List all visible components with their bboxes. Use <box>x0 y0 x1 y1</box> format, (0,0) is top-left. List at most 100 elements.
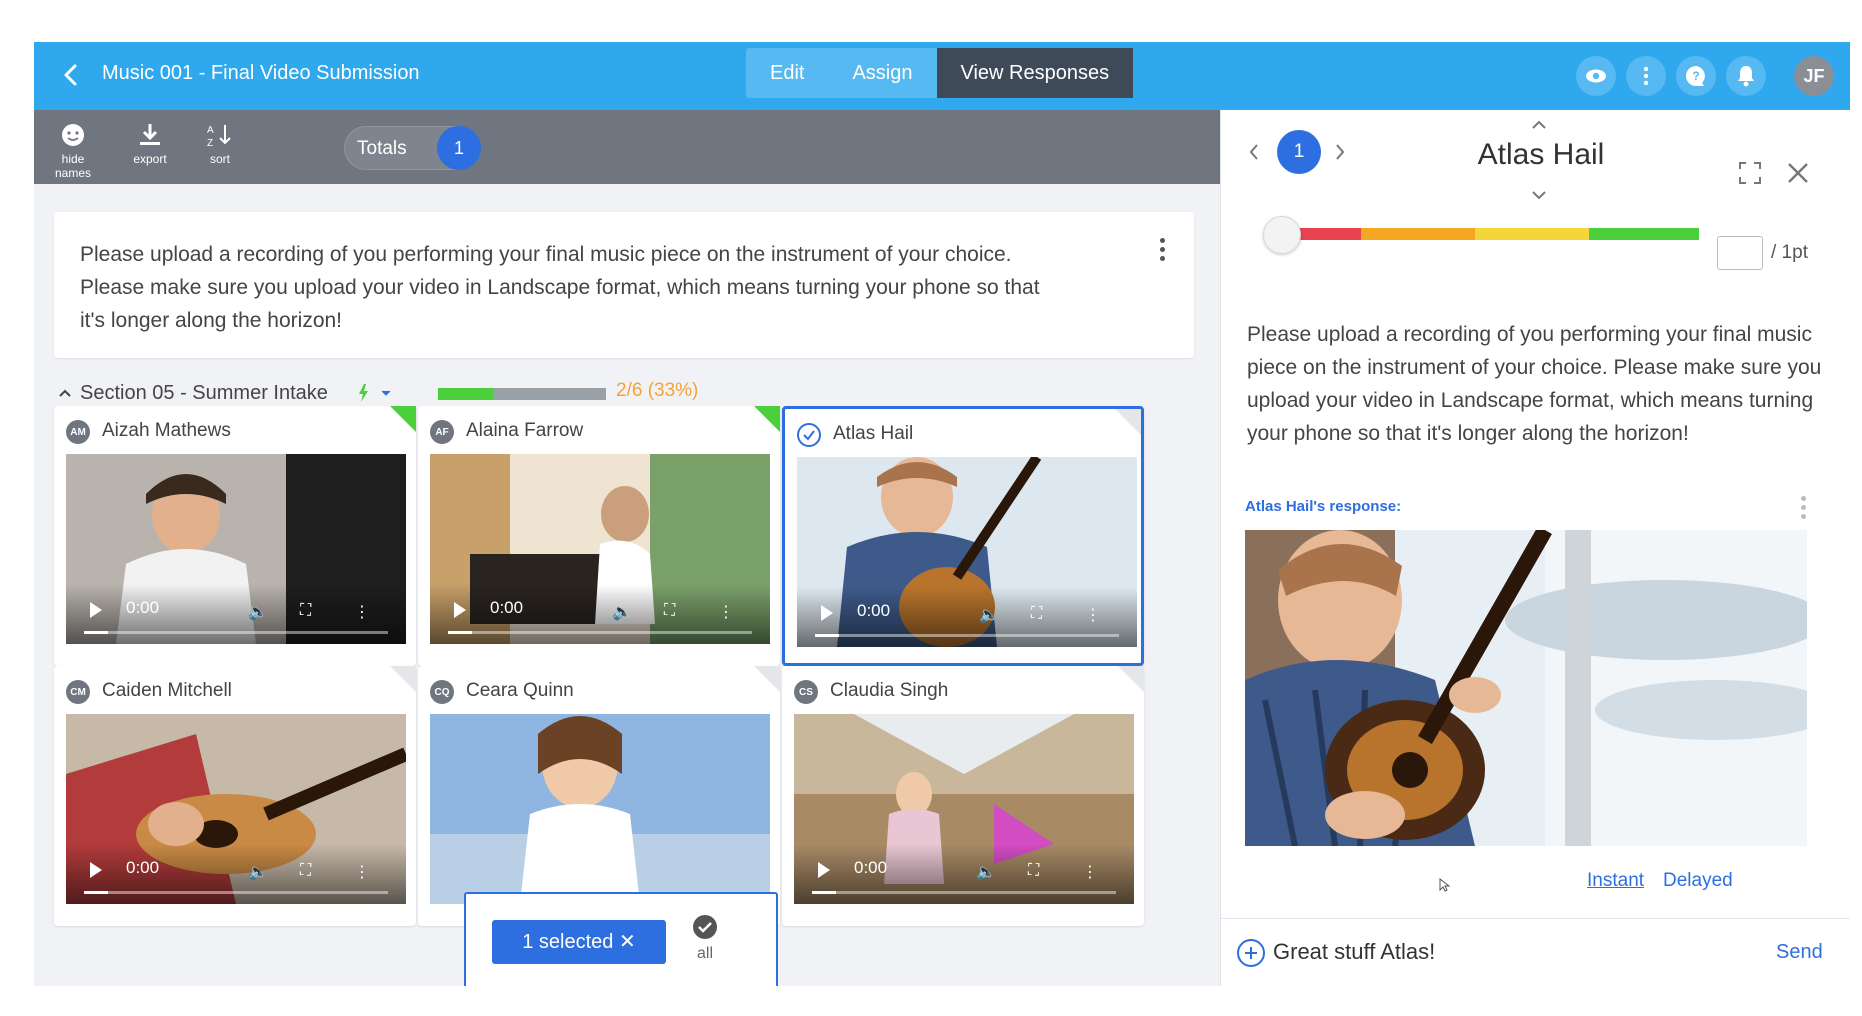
video-seek-bar[interactable] <box>84 891 388 894</box>
section-progress-fill <box>438 388 494 400</box>
video-seek-bar[interactable] <box>812 891 1116 894</box>
chevron-up-icon[interactable] <box>1531 120 1547 130</box>
scale-segment-green <box>1589 228 1699 240</box>
student-initials-avatar: AF <box>430 420 454 444</box>
fullscreen-icon[interactable]: ⛶ <box>1028 862 1039 880</box>
student-response-card[interactable]: AF Alaina Farrow 0:00 🔈 ⛶ ⋮ <box>418 406 780 666</box>
video-time: 0:00 <box>126 598 160 617</box>
play-icon[interactable] <box>818 862 830 878</box>
student-response-card[interactable]: CS Claudia Singh 0:00 🔈 ⛶ ⋮ <box>782 666 1144 926</box>
student-initials-avatar: CM <box>66 680 90 704</box>
more-vertical-icon[interactable] <box>1626 56 1666 96</box>
play-icon[interactable] <box>90 862 102 878</box>
volume-icon[interactable]: 🔈 <box>248 602 268 622</box>
question-prompt-text: Please upload a recording of you perform… <box>80 243 1040 332</box>
play-icon[interactable] <box>821 605 833 621</box>
export-button[interactable]: export <box>128 122 172 166</box>
expand-icon[interactable] <box>1739 162 1761 184</box>
grade-status-corner <box>754 666 780 692</box>
next-student-icon[interactable] <box>1333 142 1347 162</box>
back-chevron-icon[interactable] <box>58 62 84 88</box>
hide-names-button[interactable]: hide names <box>42 122 104 180</box>
cursor-icon <box>1439 878 1451 892</box>
instant-feedback-link[interactable]: Instant <box>1587 870 1644 892</box>
fullscreen-icon[interactable]: ⛶ <box>300 602 311 620</box>
bell-icon[interactable] <box>1726 56 1766 96</box>
totals-toggle[interactable]: Totals 1 <box>344 126 481 170</box>
sort-button[interactable]: AZ sort <box>200 122 240 166</box>
fullscreen-icon[interactable]: ⛶ <box>300 862 311 880</box>
response-label: Atlas Hail's response: <box>1245 498 1402 515</box>
video-more-icon[interactable]: ⋮ <box>1085 605 1101 625</box>
clear-selection-button[interactable]: 1 selected ✕ <box>492 920 666 964</box>
student-video[interactable]: 0:00 🔈 ⛶ ⋮ <box>66 714 406 904</box>
section-progress-text: 2/6 (33%) <box>616 380 699 401</box>
tab-assign[interactable]: Assign <box>828 48 936 98</box>
video-seek-bar[interactable] <box>448 631 752 634</box>
help-chat-icon[interactable]: ? <box>1676 56 1716 96</box>
video-controls: 0:00 🔈 ⛶ ⋮ <box>66 844 406 904</box>
student-video[interactable] <box>430 714 770 904</box>
volume-icon[interactable]: 🔈 <box>979 605 999 625</box>
scale-segment-yellow <box>1475 228 1589 240</box>
prev-student-icon[interactable] <box>1247 142 1261 162</box>
tab-edit[interactable]: Edit <box>746 48 828 98</box>
lightning-dropdown-icon[interactable] <box>356 383 396 403</box>
chevron-down-icon[interactable] <box>1531 190 1547 200</box>
student-initials-avatar: CQ <box>430 680 454 704</box>
student-response-card[interactable]: AM Aizah Mathews 0:00 🔈 ⛶ ⋮ <box>54 406 416 666</box>
fullscreen-icon[interactable]: ⛶ <box>664 602 675 620</box>
video-more-icon[interactable]: ⋮ <box>718 602 734 622</box>
assignment-title: Music 001 - Final Video Submission <box>102 62 420 84</box>
student-name: Ceara Quinn <box>466 680 574 701</box>
comment-input[interactable]: Great stuff Atlas! <box>1273 939 1435 965</box>
video-time: 0:00 <box>490 598 524 617</box>
sort-az-icon: AZ <box>207 125 231 148</box>
student-initials-avatar: CS <box>794 680 818 704</box>
student-video[interactable]: 0:00 🔈 ⛶ ⋮ <box>430 454 770 644</box>
eye-icon[interactable] <box>1576 56 1616 96</box>
student-initials-avatar: AM <box>66 420 90 444</box>
student-video[interactable]: 0:00 🔈 ⛶ ⋮ <box>794 714 1134 904</box>
grade-status-corner <box>390 666 416 692</box>
section-header[interactable]: Section 05 - Summer Intake <box>58 378 396 408</box>
boy-with-guitar-image <box>1245 530 1807 846</box>
student-video[interactable]: 0:00 🔈 ⛶ ⋮ <box>797 457 1137 647</box>
video-seek-bar[interactable] <box>815 634 1119 637</box>
delayed-feedback-link[interactable]: Delayed <box>1663 870 1733 892</box>
video-more-icon[interactable]: ⋮ <box>354 862 370 882</box>
view-tabs: Edit Assign View Responses <box>746 48 1134 98</box>
send-button[interactable]: Send <box>1776 941 1823 964</box>
video-time: 0:00 <box>857 601 891 620</box>
selected-check-icon <box>797 423 821 447</box>
student-response-card[interactable]: CQ Ceara Quinn <box>418 666 780 926</box>
student-name: Alaina Farrow <box>466 420 584 441</box>
selection-bar: 1 selected ✕ all <box>464 892 778 986</box>
student-response-card[interactable]: CM Caiden Mitchell 0:00 🔈 ⛶ ⋮ <box>54 666 416 926</box>
fullscreen-icon[interactable]: ⛶ <box>1031 605 1042 623</box>
score-slider-handle[interactable] <box>1263 216 1301 254</box>
student-response-card[interactable]: Atlas Hail 0:00 🔈 ⛶ ⋮ <box>782 406 1144 666</box>
tab-view-responses[interactable]: View Responses <box>936 48 1134 98</box>
response-more-icon[interactable] <box>1801 496 1807 523</box>
video-more-icon[interactable]: ⋮ <box>1082 862 1098 882</box>
add-attachment-icon[interactable] <box>1237 939 1265 967</box>
video-time: 0:00 <box>126 858 160 877</box>
prompt-more-icon[interactable] <box>1160 238 1166 265</box>
volume-icon[interactable]: 🔈 <box>612 602 632 622</box>
video-seek-bar[interactable] <box>84 631 388 634</box>
video-more-icon[interactable]: ⋮ <box>354 602 370 622</box>
play-icon[interactable] <box>454 602 466 618</box>
student-index: 1 <box>1277 130 1321 174</box>
student-video[interactable]: 0:00 🔈 ⛶ ⋮ <box>66 454 406 644</box>
student-name: Claudia Singh <box>830 680 949 701</box>
select-all-button[interactable]: all <box>692 914 718 963</box>
response-video-preview[interactable] <box>1245 530 1807 846</box>
score-input[interactable] <box>1717 236 1763 270</box>
volume-icon[interactable]: 🔈 <box>248 862 268 882</box>
play-icon[interactable] <box>90 602 102 618</box>
volume-icon[interactable]: 🔈 <box>976 862 996 882</box>
user-avatar[interactable]: JF <box>1794 56 1834 96</box>
panel-student-name: Atlas Hail <box>1477 138 1605 171</box>
close-icon[interactable] <box>1787 162 1809 184</box>
